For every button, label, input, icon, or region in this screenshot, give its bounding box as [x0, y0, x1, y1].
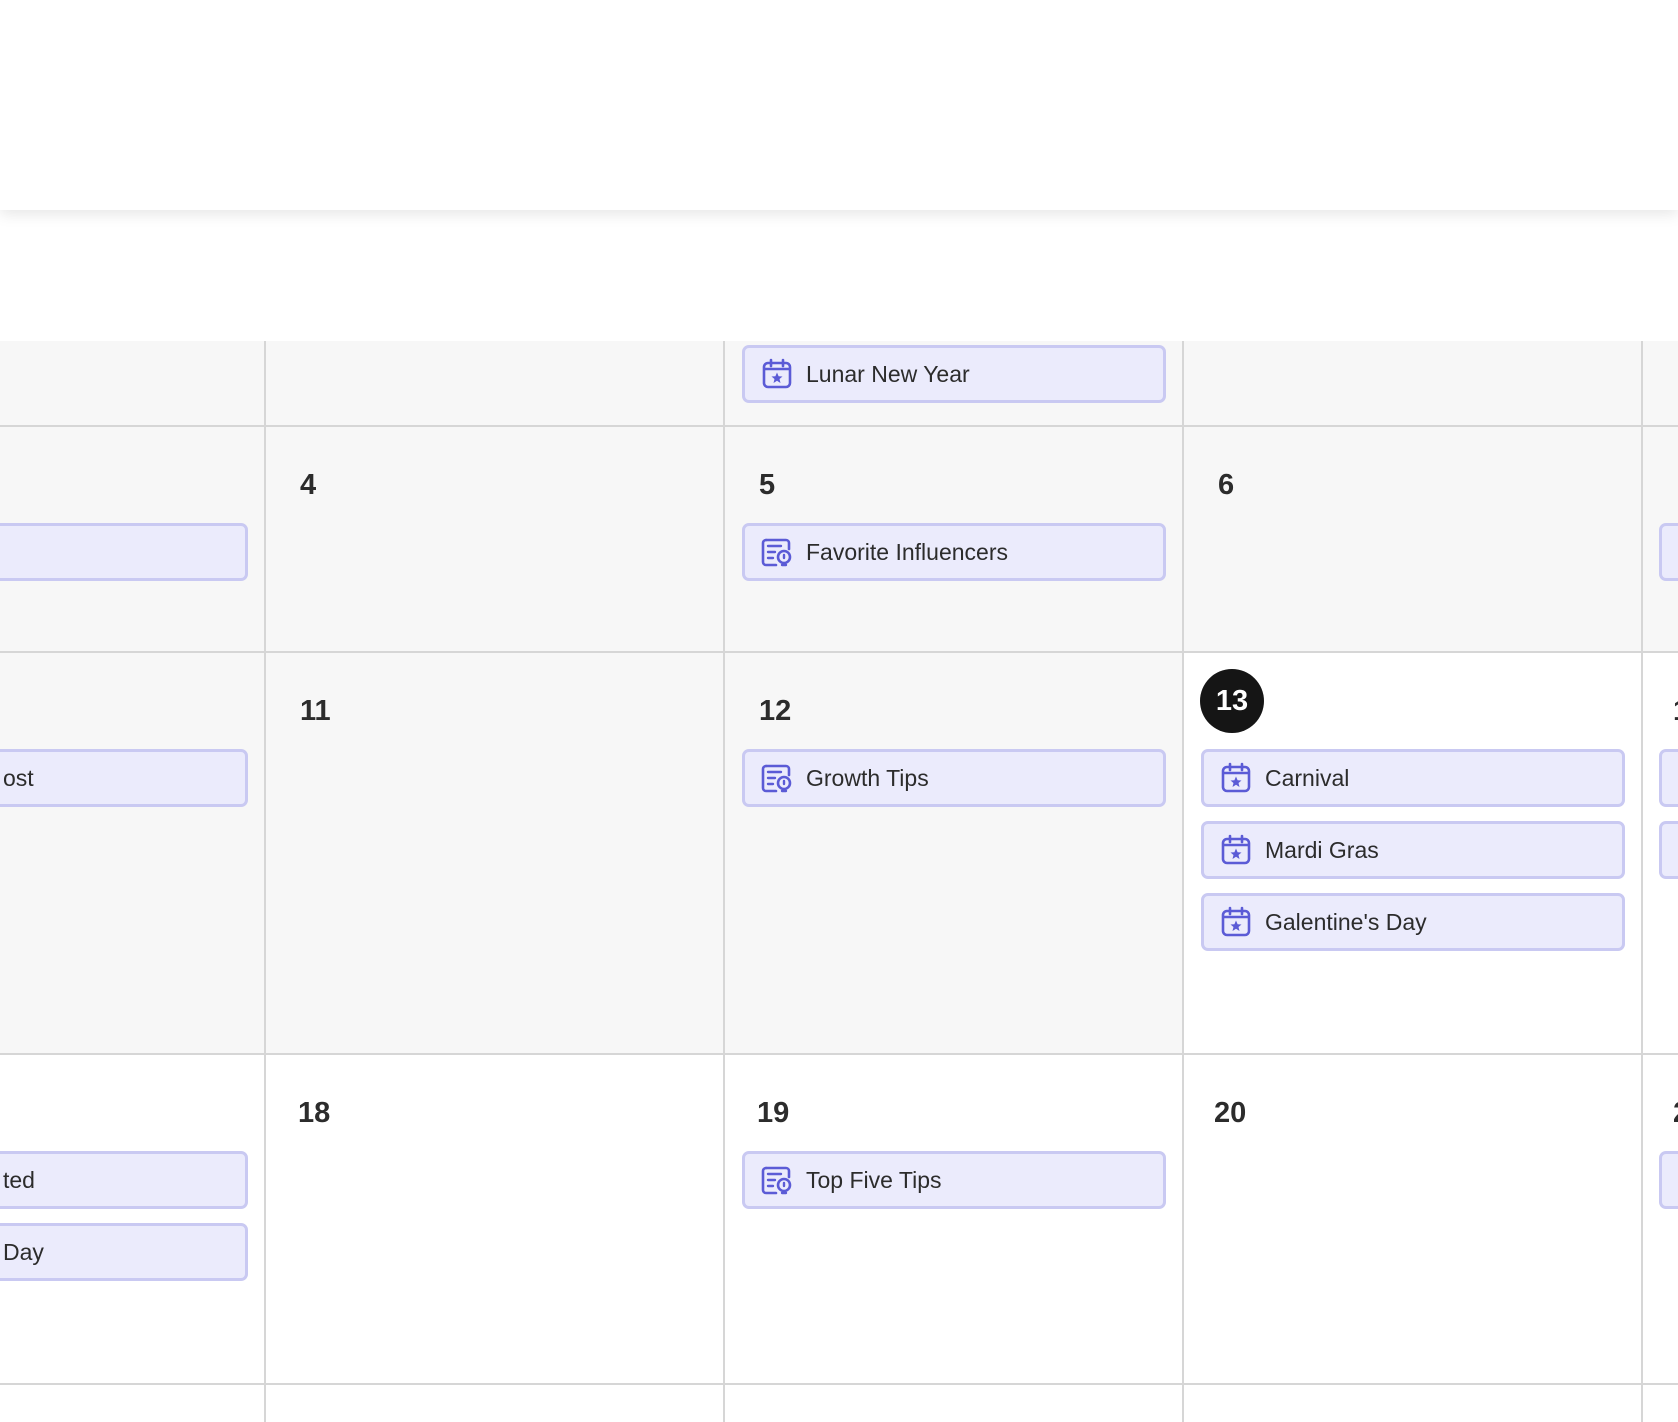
event-chip-carnival[interactable]: Carnival	[1201, 749, 1625, 807]
event-chip[interactable]: Day	[0, 1223, 248, 1281]
calendar-day-cell[interactable]	[266, 341, 725, 427]
calendar-day-cell[interactable]	[0, 341, 266, 427]
event-chip-mardi-gras[interactable]: Mardi Gras	[1201, 821, 1625, 879]
event-label: Growth Tips	[806, 764, 929, 791]
calendar-day-cell[interactable]: 1	[1643, 653, 1678, 1055]
calendar-day-cell-today[interactable]: 13 Carnival Mardi Gras Galentine's Day	[1184, 653, 1643, 1055]
calendar-day-cell[interactable]	[1184, 341, 1643, 427]
day-number: 18	[298, 1097, 331, 1129]
event-chip[interactable]	[0, 523, 248, 581]
calendar-day-cell[interactable]: Lunar New Year	[725, 341, 1184, 427]
calendar-day-cell[interactable]	[1184, 1385, 1643, 1422]
event-chip[interactable]	[1659, 749, 1678, 807]
calendar-star-icon	[1220, 834, 1252, 866]
event-chip[interactable]	[1659, 1151, 1678, 1209]
calendar-day-cell[interactable]: 18	[266, 1055, 725, 1385]
calendar-day-cell[interactable]: 2	[1643, 1055, 1678, 1385]
event-chip-favorite-influencers[interactable]: Favorite Influencers	[742, 523, 1166, 581]
calendar-star-icon	[1220, 762, 1252, 794]
calendar-day-cell[interactable]	[1643, 341, 1678, 427]
calendar-day-cell[interactable]: 6	[1184, 427, 1643, 653]
event-label: Day	[3, 1238, 44, 1265]
calendar-day-cell[interactable]	[725, 1385, 1184, 1422]
calendar-day-cell[interactable]	[1643, 427, 1678, 653]
event-chip[interactable]	[1659, 821, 1678, 879]
event-label: Mardi Gras	[1265, 836, 1379, 863]
day-number: 12	[759, 695, 792, 727]
event-label: Lunar New Year	[806, 360, 970, 387]
calendar-day-cell[interactable]	[0, 427, 266, 653]
day-number: 5	[759, 469, 776, 501]
event-chip-lunar-new-year[interactable]: Lunar New Year	[742, 345, 1166, 403]
calendar-star-icon	[1220, 906, 1252, 938]
calendar-day-cell[interactable]	[0, 1385, 266, 1422]
calendar-day-cell[interactable]: 4	[266, 427, 725, 653]
calendar-day-cell[interactable]: 12 Growth Tips	[725, 653, 1184, 1055]
day-number: 20	[1214, 1097, 1247, 1129]
event-label: ted	[3, 1166, 35, 1193]
today-day-badge: 13	[1200, 669, 1264, 733]
event-label: Galentine's Day	[1265, 908, 1427, 935]
event-chip-galentines-day[interactable]: Galentine's Day	[1201, 893, 1625, 951]
event-chip[interactable]: ost	[0, 749, 248, 807]
calendar-day-cell[interactable]: 19 Top Five Tips	[725, 1055, 1184, 1385]
event-label: ost	[3, 764, 34, 791]
event-label: Carnival	[1265, 764, 1350, 791]
day-number: 2	[1673, 1097, 1678, 1130]
header-bar	[0, 0, 1678, 210]
calendar-day-cell[interactable]	[1643, 1385, 1678, 1422]
day-number: 1	[1673, 695, 1678, 728]
calendar-day-cell[interactable]: 5 Favorite Influencers	[725, 427, 1184, 653]
event-chip-growth-tips[interactable]: Growth Tips	[742, 749, 1166, 807]
calendar-day-cell[interactable]: 11	[266, 653, 725, 1055]
calendar-day-cell[interactable]: ted Day	[0, 1055, 266, 1385]
event-chip[interactable]	[1659, 523, 1678, 581]
post-idea-icon	[761, 762, 793, 794]
month-calendar-grid: Lunar New Year 4 5 Favorite Influencers …	[0, 0, 1678, 1422]
day-number: 6	[1218, 469, 1235, 501]
calendar-day-cell[interactable]: 20	[1184, 1055, 1643, 1385]
calendar-day-cell[interactable]: ost	[0, 653, 266, 1055]
calendar-star-icon	[761, 358, 793, 390]
event-chip[interactable]: ted	[0, 1151, 248, 1209]
event-label: Top Five Tips	[806, 1166, 942, 1193]
day-number: 11	[300, 695, 331, 727]
calendar-day-cell[interactable]	[266, 1385, 725, 1422]
day-number: 19	[757, 1097, 790, 1129]
event-chip-top-five-tips[interactable]: Top Five Tips	[742, 1151, 1166, 1209]
day-number: 4	[300, 469, 317, 501]
event-label: Favorite Influencers	[806, 538, 1008, 565]
post-idea-icon	[761, 1164, 793, 1196]
post-idea-icon	[761, 536, 793, 568]
